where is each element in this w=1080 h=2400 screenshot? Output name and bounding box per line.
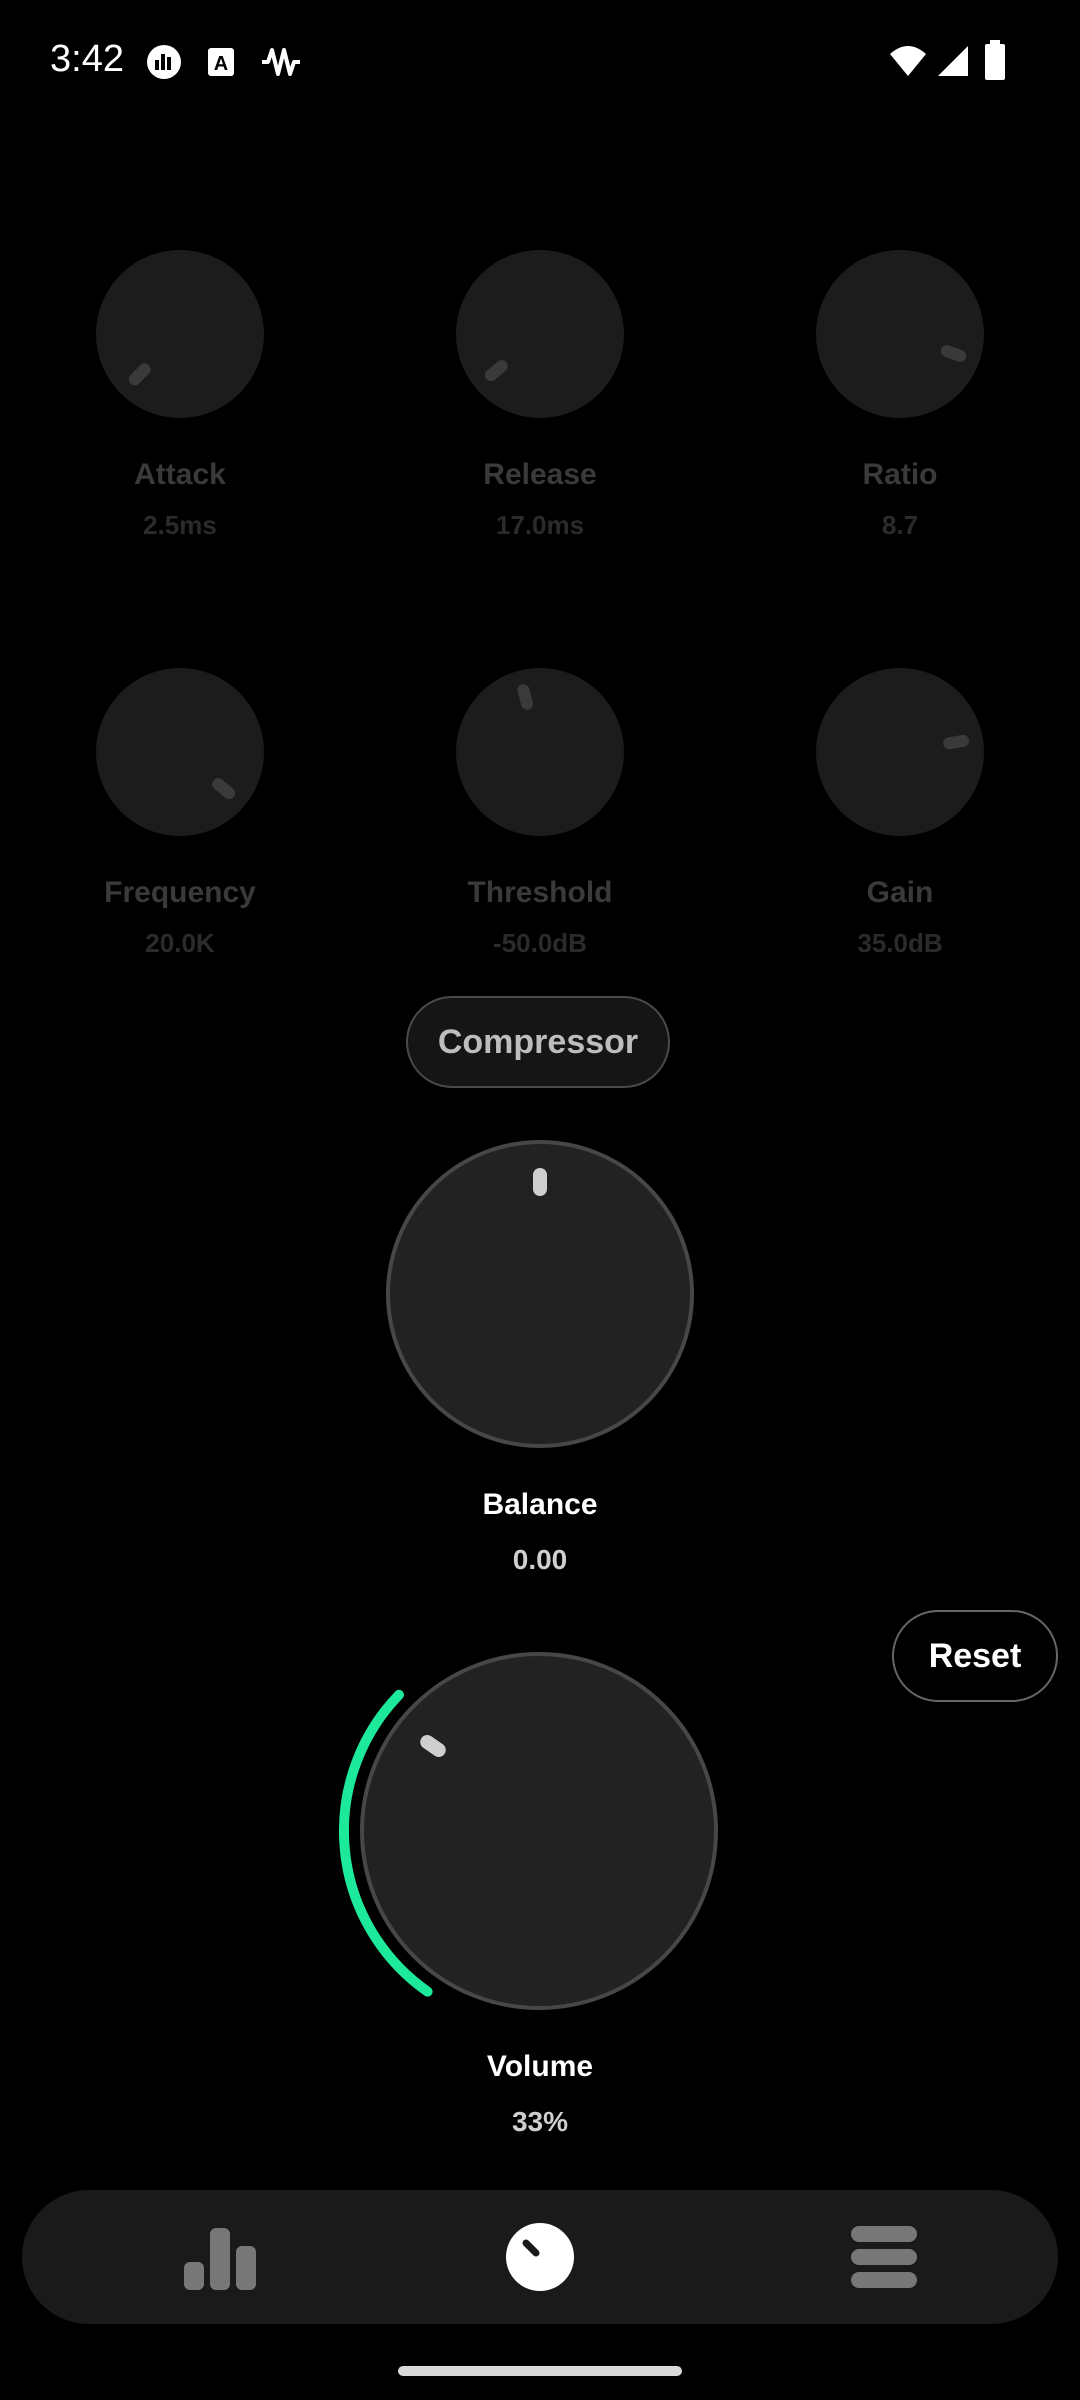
knob-label: Ratio: [862, 458, 938, 491]
signal-icon: [938, 46, 968, 76]
compressor-button[interactable]: Compressor: [406, 996, 670, 1088]
balance-label: Balance: [482, 1488, 598, 1521]
status-time: 3:42: [50, 38, 124, 80]
knob-release[interactable]: Release 17.0ms: [420, 250, 660, 541]
frequency-dial[interactable]: [96, 668, 264, 836]
nav-equalizer[interactable]: [120, 2190, 320, 2324]
knob-label: Attack: [134, 458, 226, 491]
knob-value: 20.0K: [145, 928, 215, 958]
volume-dial[interactable]: [360, 1652, 718, 2010]
gain-dial[interactable]: [816, 668, 984, 836]
balance-value: 0.00: [512, 1544, 568, 1575]
knob-label: Release: [483, 458, 597, 491]
ratio-dial[interactable]: [816, 250, 984, 418]
knob-gain[interactable]: Gain 35.0dB: [780, 668, 1020, 959]
knob-label: Gain: [866, 876, 934, 909]
volume-label: Volume: [486, 2050, 594, 2083]
knob-attack[interactable]: Attack 2.5ms: [60, 250, 300, 541]
knob-frequency[interactable]: Frequency 20.0K: [60, 668, 300, 959]
knob-label: Frequency: [104, 876, 256, 909]
knob-value: 17.0ms: [495, 510, 585, 540]
nav-presets[interactable]: [784, 2190, 984, 2324]
battery-icon: [985, 40, 1005, 80]
knob-value: 8.7: [881, 510, 919, 540]
home-indicator[interactable]: [398, 2366, 682, 2376]
knob-icon: [506, 2223, 574, 2291]
release-dial[interactable]: [456, 250, 624, 418]
threshold-dial[interactable]: [456, 668, 624, 836]
knob-label: Threshold: [467, 876, 613, 909]
equalizer-app-icon: [147, 45, 181, 79]
stacked-menu-icon: [851, 2226, 917, 2288]
bottom-navigation: [22, 2190, 1058, 2324]
knob-ratio[interactable]: Ratio 8.7: [780, 250, 1020, 541]
knob-value: 35.0dB: [857, 928, 943, 958]
knob-value: 2.5ms: [143, 510, 217, 540]
equalizer-bars-icon: [184, 2228, 256, 2290]
attack-dial[interactable]: [96, 250, 264, 418]
svg-text:A: A: [214, 53, 228, 75]
nav-knob[interactable]: [440, 2190, 640, 2324]
reset-button[interactable]: Reset: [892, 1610, 1058, 1702]
volume-value: 33%: [511, 2106, 569, 2137]
knob-value: -50.0dB: [493, 928, 587, 958]
text-a-icon: A: [208, 48, 234, 76]
waveform-icon: [262, 48, 300, 76]
wifi-icon: [890, 46, 926, 76]
balance-dial[interactable]: [386, 1140, 694, 1448]
knob-threshold[interactable]: Threshold -50.0dB: [420, 668, 660, 959]
